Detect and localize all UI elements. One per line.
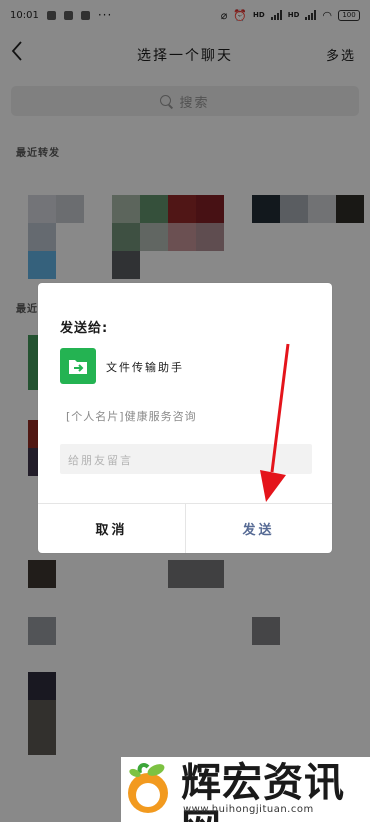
orange-logo-icon bbox=[128, 763, 168, 813]
message-preview: [个人名片]健康服务咨询 bbox=[66, 410, 197, 423]
cancel-button[interactable]: 取消 bbox=[38, 503, 185, 553]
watermark-url: www.huihongjituan.com bbox=[183, 804, 314, 815]
watermark: 辉宏资讯网 www.huihongjituan.com bbox=[121, 757, 370, 822]
folder-transfer-icon bbox=[60, 348, 96, 384]
red-arrow-annotation bbox=[260, 343, 290, 502]
send-button[interactable]: 发送 bbox=[185, 503, 332, 553]
contact-name: 文件传输助手 bbox=[106, 361, 184, 374]
dialog-heading: 发送给: bbox=[60, 321, 109, 336]
